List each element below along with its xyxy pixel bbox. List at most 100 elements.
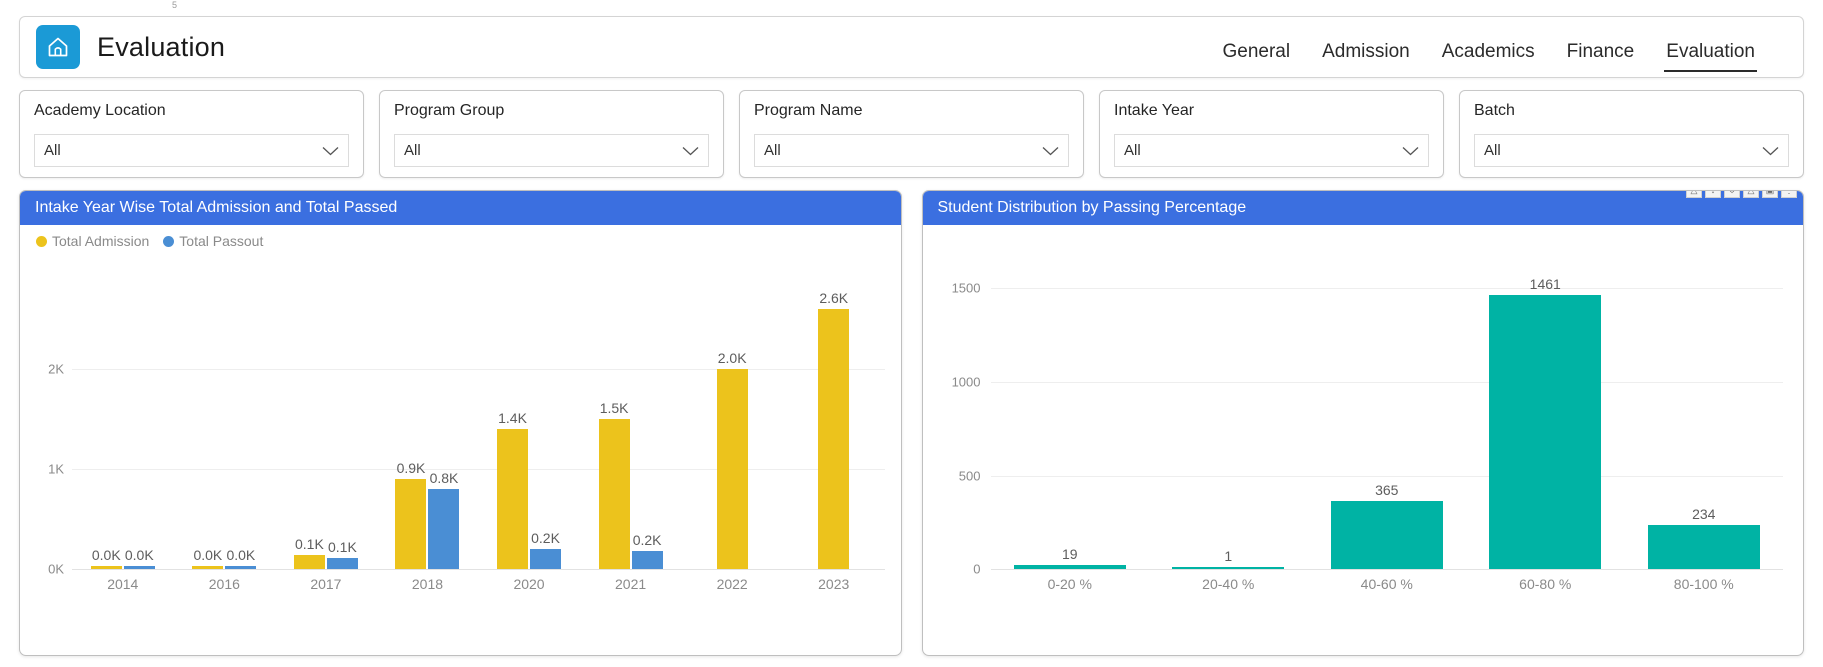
- chart-header: Student Distribution by Passing Percenta…: [922, 191, 1803, 225]
- filter-label: Program Name: [754, 102, 863, 119]
- bar-total-passout[interactable]: 0.0K: [225, 547, 257, 569]
- bar-value-label: 0.2K: [531, 530, 560, 546]
- y-tick-label: 0K: [48, 561, 64, 577]
- page-title: Evaluation: [97, 31, 226, 62]
- dashboard-page: 5 Evaluation General Admission Academics…: [0, 0, 1823, 667]
- x-tick-label: 2016: [208, 576, 240, 592]
- bar-group-60-80[interactable]: 1461: [1466, 269, 1625, 569]
- y-tick-label: 1K: [48, 461, 64, 477]
- expand-hierarchy-icon[interactable]: ⇩: [1724, 191, 1740, 198]
- intake-year-dropdown[interactable]: All: [1114, 134, 1429, 167]
- filter-label: Program Group: [394, 102, 505, 119]
- bar-group-80-100[interactable]: 234: [1625, 269, 1784, 569]
- visual-header-icons: △ ↓ ⇩ △ ▣ ⋮: [1686, 191, 1797, 198]
- academy-location-dropdown[interactable]: All: [34, 134, 349, 167]
- bar-value-label: 0.9K: [396, 460, 426, 476]
- bar-value-label: 0.1K: [328, 539, 357, 555]
- filter-row: Academy Location All Program Group All P…: [19, 90, 1804, 178]
- filter-icon[interactable]: △: [1743, 191, 1759, 198]
- selected-value: All: [764, 141, 781, 159]
- chart-card-intake-year: Intake Year Wise Total Admission and Tot…: [19, 190, 902, 656]
- x-tick-label: 60-80 %: [1519, 576, 1572, 592]
- x-tick-label: 40-60 %: [1360, 576, 1413, 592]
- bar-value-label: 1.4K: [498, 410, 527, 426]
- program-name-dropdown[interactable]: All: [754, 134, 1069, 167]
- x-axis-labels: 2014 2016 2017 2018 2020 2021 2022 2023: [72, 575, 885, 593]
- bar-total-admission[interactable]: 2.0K: [716, 350, 748, 569]
- bar-total-passout[interactable]: 0.2K: [530, 530, 562, 569]
- bar-student-count[interactable]: 1: [1172, 548, 1285, 569]
- home-icon[interactable]: [36, 25, 80, 69]
- y-tick-label: 1500: [951, 280, 981, 296]
- bar-student-count[interactable]: 1461: [1489, 276, 1602, 569]
- bar-value-label: 0.0K: [226, 547, 256, 563]
- more-options-icon[interactable]: ⋮: [1781, 191, 1797, 198]
- axis-baseline: [990, 569, 1783, 570]
- x-tick-label: 0-20 %: [1047, 576, 1092, 592]
- bar-group-2016[interactable]: 0.0K 0.0K: [174, 269, 276, 569]
- tab-admission[interactable]: Admission: [1306, 39, 1426, 69]
- focus-mode-icon[interactable]: ▣: [1762, 191, 1778, 198]
- x-tick-label: 2023: [818, 576, 850, 592]
- bar-total-admission[interactable]: 0.9K: [395, 460, 427, 569]
- bar-group-2022[interactable]: 2.0K: [681, 269, 783, 569]
- bar-total-passout[interactable]: 0.8K: [428, 470, 460, 569]
- bar-total-passout[interactable]: 0.0K: [123, 547, 155, 569]
- bar-group-0-20[interactable]: 19: [991, 269, 1150, 569]
- y-tick-label: 2K: [48, 361, 64, 377]
- bar-value-label: 1.5K: [599, 400, 629, 416]
- bar-value-label: 0.0K: [124, 547, 154, 563]
- bar-group-2017[interactable]: 0.1K 0.1K: [275, 269, 377, 569]
- x-tick-label: 2017: [310, 576, 342, 592]
- bar-group-2021[interactable]: 1.5K 0.2K: [580, 269, 682, 569]
- bar-total-admission[interactable]: 0.1K: [293, 536, 325, 569]
- selected-value: All: [1484, 141, 1501, 159]
- header-bar: Evaluation General Admission Academics F…: [19, 16, 1804, 78]
- filter-label: Academy Location: [34, 102, 166, 119]
- bar-value-label: 0.1K: [295, 536, 324, 552]
- tab-finance[interactable]: Finance: [1551, 39, 1651, 69]
- tab-academics[interactable]: Academics: [1426, 39, 1551, 69]
- bar-total-admission[interactable]: 2.6K: [818, 290, 850, 569]
- bar-group-2018[interactable]: 0.9K 0.8K: [377, 269, 479, 569]
- bar-group-2014[interactable]: 0.0K 0.0K: [72, 269, 174, 569]
- drill-up-icon[interactable]: △: [1686, 191, 1702, 198]
- plot-area-left: 2K 1K 0K 0.0K 0.0K 0.0K 0.0K 0.1K 0.1K 0…: [20, 225, 895, 655]
- bar-total-admission[interactable]: 1.4K: [497, 410, 529, 569]
- bar-total-admission[interactable]: 1.5K: [598, 400, 630, 569]
- chevron-down-icon: [1762, 146, 1779, 155]
- bar-value-label: 0.0K: [193, 547, 223, 563]
- bar-value-label: 2.6K: [819, 290, 849, 306]
- x-tick-label: 80-100 %: [1673, 576, 1734, 592]
- bar-total-passout[interactable]: 0.2K: [631, 532, 663, 569]
- x-tick-label: 2022: [716, 576, 748, 592]
- bar-student-count[interactable]: 365: [1330, 482, 1443, 569]
- bar-group-20-40[interactable]: 1: [1149, 269, 1308, 569]
- bar-total-passout[interactable]: 0.1K: [326, 539, 358, 569]
- bar-student-count[interactable]: 234: [1647, 506, 1760, 569]
- tab-evaluation[interactable]: Evaluation: [1650, 39, 1771, 72]
- chart-card-student-distribution: Student Distribution by Passing Percenta…: [921, 190, 1804, 656]
- plot-area-right: 1500 1000 500 0 19 1 365 1461 234 0-20 %…: [923, 225, 1798, 655]
- chart-body: Total Admission Total Passout 2K 1K 0K 0…: [20, 225, 901, 655]
- bar-group-2023[interactable]: 2.6K: [783, 269, 885, 569]
- bar-group-2020[interactable]: 1.4K 0.2K: [478, 269, 580, 569]
- bar-total-admission[interactable]: 0.0K: [90, 547, 122, 569]
- top-artifact-text: 5: [172, 0, 178, 10]
- bar-value-label: 234: [1692, 506, 1716, 522]
- filter-intake-year: Intake Year All: [1099, 90, 1444, 178]
- tab-general[interactable]: General: [1206, 39, 1306, 69]
- batch-dropdown[interactable]: All: [1474, 134, 1789, 167]
- x-tick-label: 2020: [513, 576, 545, 592]
- selected-value: All: [1124, 141, 1141, 159]
- y-tick-label: 500: [958, 468, 981, 484]
- program-group-dropdown[interactable]: All: [394, 134, 709, 167]
- bar-group-40-60[interactable]: 365: [1308, 269, 1467, 569]
- drill-down-icon[interactable]: ↓: [1705, 191, 1721, 198]
- chart-body: 1500 1000 500 0 19 1 365 1461 234 0-20 %…: [923, 225, 1804, 655]
- bar-total-admission[interactable]: 0.0K: [192, 547, 224, 569]
- y-tick-label: 0: [973, 561, 981, 577]
- charts-row: Intake Year Wise Total Admission and Tot…: [19, 190, 1804, 656]
- bar-student-count[interactable]: 19: [1013, 546, 1126, 569]
- bar-value-label: 365: [1375, 482, 1399, 498]
